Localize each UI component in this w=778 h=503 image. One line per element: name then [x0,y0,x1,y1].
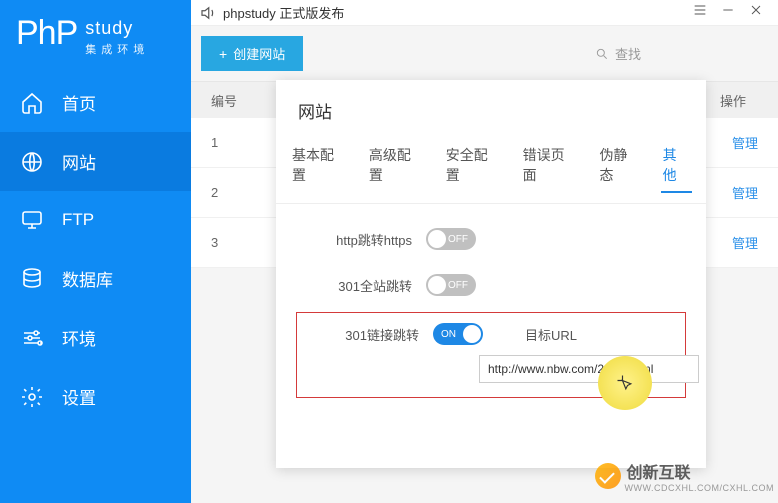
menu-icon[interactable] [686,0,714,25]
sidebar-item-label: 数据库 [62,266,113,291]
plus-icon: + [219,46,227,62]
titlebar-title: phpstudy 正式版发布 [223,3,344,22]
nav: 首页 网站 FTP 数据库 环境 设置 [0,73,191,426]
globe-icon [20,150,44,174]
home-icon [20,91,44,115]
close-button[interactable] [742,0,770,25]
tab-pseudo-static[interactable]: 伪静态 [597,139,642,193]
row-index: 3 [211,235,271,250]
row-index: 1 [211,135,271,150]
sidebar-item-label: 网站 [62,149,96,174]
col-ops-header: 操作 [708,91,758,110]
row-http-to-https: http跳转https OFF [296,228,686,250]
modal-tabs: 基本配置 高级配置 安全配置 错误页面 伪静态 其他 [276,133,706,204]
tab-security[interactable]: 安全配置 [444,139,503,193]
watermark-text: 创新互联 [627,459,775,483]
sidebar-item-settings[interactable]: 设置 [0,367,191,426]
sidebar-item-websites[interactable]: 网站 [0,132,191,191]
manage-link[interactable]: 管理 [732,233,758,252]
manage-link[interactable]: 管理 [732,133,758,152]
brand-study: study [85,18,149,39]
sidebar-item-ftp[interactable]: FTP [0,191,191,249]
label-http-to-https: http跳转https [296,230,426,249]
create-site-button[interactable]: + 创建网站 [201,36,303,71]
search-input[interactable]: 查找 [468,38,768,69]
titlebar: phpstudy 正式版发布 [191,0,778,26]
monitor-icon [20,208,44,232]
sidebar-item-label: FTP [62,210,94,230]
tab-advanced[interactable]: 高级配置 [367,139,426,193]
tab-error-page[interactable]: 错误页面 [521,139,580,193]
search-placeholder: 查找 [615,44,641,63]
sidebar-item-environment[interactable]: 环境 [0,308,191,367]
tab-basic[interactable]: 基本配置 [290,139,349,193]
tab-other[interactable]: 其他 [661,139,692,193]
modal-title: 网站 [276,80,706,133]
label-site-301: 301全站跳转 [296,276,426,295]
col-index-header: 编号 [211,91,271,110]
database-icon [20,267,44,291]
brand-logo: PhP [16,14,77,53]
toggle-http-to-https[interactable]: OFF [426,228,476,250]
row-site-301: 301全站跳转 OFF [296,274,686,296]
gear-icon [20,385,44,409]
toggle-site-301[interactable]: OFF [426,274,476,296]
sidebar-item-label: 首页 [62,90,96,115]
watermark-sub: WWW.CDCXHL.COM/CXHL.COM [625,483,775,493]
watermark-logo-icon [595,463,621,489]
watermark: 创新互联 WWW.CDCXHL.COM/CXHL.COM [595,459,775,493]
create-site-label: 创建网站 [233,44,285,63]
sound-icon [199,4,217,22]
brand-sub: 集成环境 [85,41,149,57]
manage-link[interactable]: 管理 [732,183,758,202]
link-301-box: 301链接跳转 ON 目标URL [296,312,686,398]
sidebar-item-label: 环境 [62,325,96,350]
sidebar: PhP study 集成环境 首页 网站 FTP 数据库 环境 设置 [0,0,191,503]
row-index: 2 [211,185,271,200]
target-url-input[interactable] [479,355,699,383]
toggle-link-301[interactable]: ON [433,323,483,345]
minimize-button[interactable] [714,0,742,25]
sidebar-item-label: 设置 [62,384,96,409]
toolbar: + 创建网站 查找 [191,26,778,82]
sliders-icon [20,326,44,350]
sidebar-item-home[interactable]: 首页 [0,73,191,132]
label-link-301: 301链接跳转 [309,325,419,344]
brand: PhP study 集成环境 [0,0,191,67]
site-settings-modal: 网站 基本配置 高级配置 安全配置 错误页面 伪静态 其他 http跳转http… [276,80,706,468]
sidebar-item-database[interactable]: 数据库 [0,249,191,308]
modal-panel: http跳转https OFF 301全站跳转 OFF 301链接跳转 ON 目… [276,204,706,428]
label-target-url: 目标URL [525,325,577,344]
